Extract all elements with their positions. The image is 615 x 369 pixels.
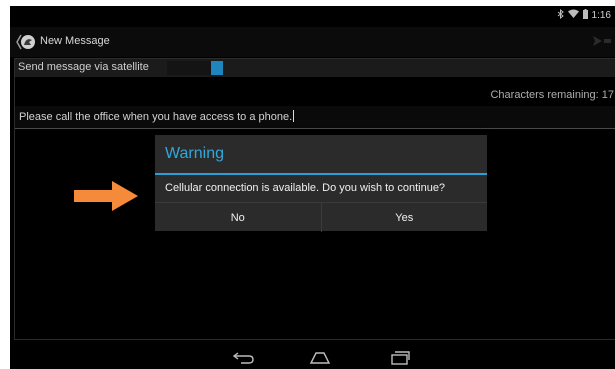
satellite-label: Send message via satellite [18,61,149,73]
message-text: Please call the office when you have acc… [19,110,295,123]
dialog-divider [155,173,487,175]
satellite-row: Send message via satellite [15,59,615,77]
back-icon[interactable] [232,349,256,365]
home-icon[interactable] [308,349,332,365]
clock: 1:16 [591,9,611,21]
send-icon[interactable] [593,36,611,49]
dialog-message: Cellular connection is available. Do you… [165,182,446,194]
recents-icon[interactable] [388,349,412,365]
arrow-icon [74,181,138,211]
no-button[interactable]: No [155,203,321,232]
satellite-toggle[interactable] [167,61,223,75]
toggle-thumb [211,61,223,75]
yes-button[interactable]: Yes [320,203,488,232]
battery-icon [582,8,588,22]
bluetooth-icon [557,8,564,22]
dialog-buttons: No Yes [155,202,487,232]
message-field[interactable]: Please call the office when you have acc… [15,106,615,129]
dialog-title: Warning [165,145,224,162]
warning-dialog: Warning Cellular connection is available… [155,135,487,232]
wifi-icon [567,9,579,21]
app-title: New Message [40,35,110,47]
status-icons: 1:16 [557,8,611,22]
action-bar: New Message [10,27,615,57]
status-bar: 1:16 [10,6,615,24]
text-cursor [293,110,295,122]
message-value: Please call the office when you have acc… [19,111,293,123]
app-icon[interactable] [16,33,36,51]
navigation-bar [10,346,615,369]
characters-remaining: Characters remaining: 17 [490,89,614,101]
